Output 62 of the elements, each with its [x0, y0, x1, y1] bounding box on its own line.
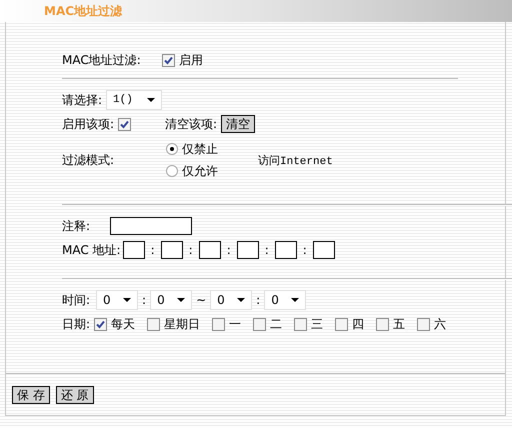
checkbox-label: 五 [393, 316, 406, 332]
separator-text: ~ [196, 293, 206, 307]
mac-input[interactable] [236, 241, 259, 259]
mac-input[interactable] [312, 241, 335, 259]
checkbox-label: 启用 [179, 52, 203, 68]
radio-button[interactable] [166, 165, 178, 177]
checkbox-label: 星期日 [164, 316, 200, 332]
checkbox[interactable] [417, 318, 430, 330]
radio-label: 仅禁止 [182, 140, 218, 158]
select-field[interactable]: 0 [96, 290, 138, 310]
field-label: 启用该项: [62, 116, 114, 132]
checkbox-label: 三 [311, 316, 324, 332]
separator-text: : [142, 293, 146, 307]
field-label: MAC 地址: [62, 242, 121, 258]
checkbox[interactable] [162, 54, 175, 66]
mac-input[interactable] [122, 241, 145, 259]
separator-text: : [302, 243, 307, 257]
field-label: 请选择: [62, 92, 102, 108]
mac-input[interactable] [198, 241, 221, 259]
mac-input[interactable] [160, 241, 183, 259]
checkbox[interactable] [94, 318, 108, 330]
checkbox[interactable] [212, 318, 226, 330]
caret-icon [291, 298, 300, 302]
checkbox[interactable] [294, 318, 308, 330]
checkbox[interactable] [335, 318, 348, 330]
caret-icon [237, 298, 246, 302]
field-label: 日期: [62, 316, 90, 332]
separator-text: : [150, 243, 155, 257]
radio-button[interactable] [166, 143, 178, 155]
separator-text: : [188, 243, 193, 257]
checkbox-label: 四 [352, 316, 364, 332]
clear-button[interactable]: 清空 [221, 115, 256, 133]
select-field[interactable]: 0 [210, 290, 252, 310]
checkbox-label: 二 [270, 316, 282, 332]
checkbox-label: 每天 [111, 316, 136, 332]
separator-text: : [256, 293, 260, 307]
field-label: 注释: [62, 218, 92, 234]
mode-target-text: 访问Internet [258, 154, 333, 168]
separator-text: : [226, 243, 231, 257]
caret-icon [147, 98, 156, 102]
field-label: 时间: [62, 292, 90, 308]
page-title: MAC地址过滤 [44, 2, 122, 20]
select-field[interactable]: 0 [150, 290, 192, 310]
separator-text: : [264, 243, 269, 257]
checkbox-label: 六 [434, 316, 446, 332]
checkbox[interactable] [147, 318, 160, 330]
checkbox[interactable] [376, 318, 390, 330]
radio-label: 仅允许 [182, 162, 218, 180]
save-button[interactable]: 保 存 [12, 386, 50, 404]
caret-icon [123, 298, 132, 302]
caret-icon [177, 298, 186, 302]
restore-button[interactable]: 还 原 [56, 386, 94, 404]
checkbox[interactable] [118, 118, 132, 130]
select-field[interactable]: 0 [264, 290, 306, 310]
note-input[interactable] [110, 217, 192, 235]
checkbox-label: 一 [229, 316, 242, 332]
field-label: MAC地址过滤: [62, 52, 142, 68]
field-label: 清空该项: [165, 116, 218, 132]
select-field[interactable]: 1() [106, 90, 162, 110]
checkbox[interactable] [253, 318, 266, 330]
mac-input[interactable] [274, 241, 297, 259]
field-label: 过滤模式: [62, 152, 116, 168]
